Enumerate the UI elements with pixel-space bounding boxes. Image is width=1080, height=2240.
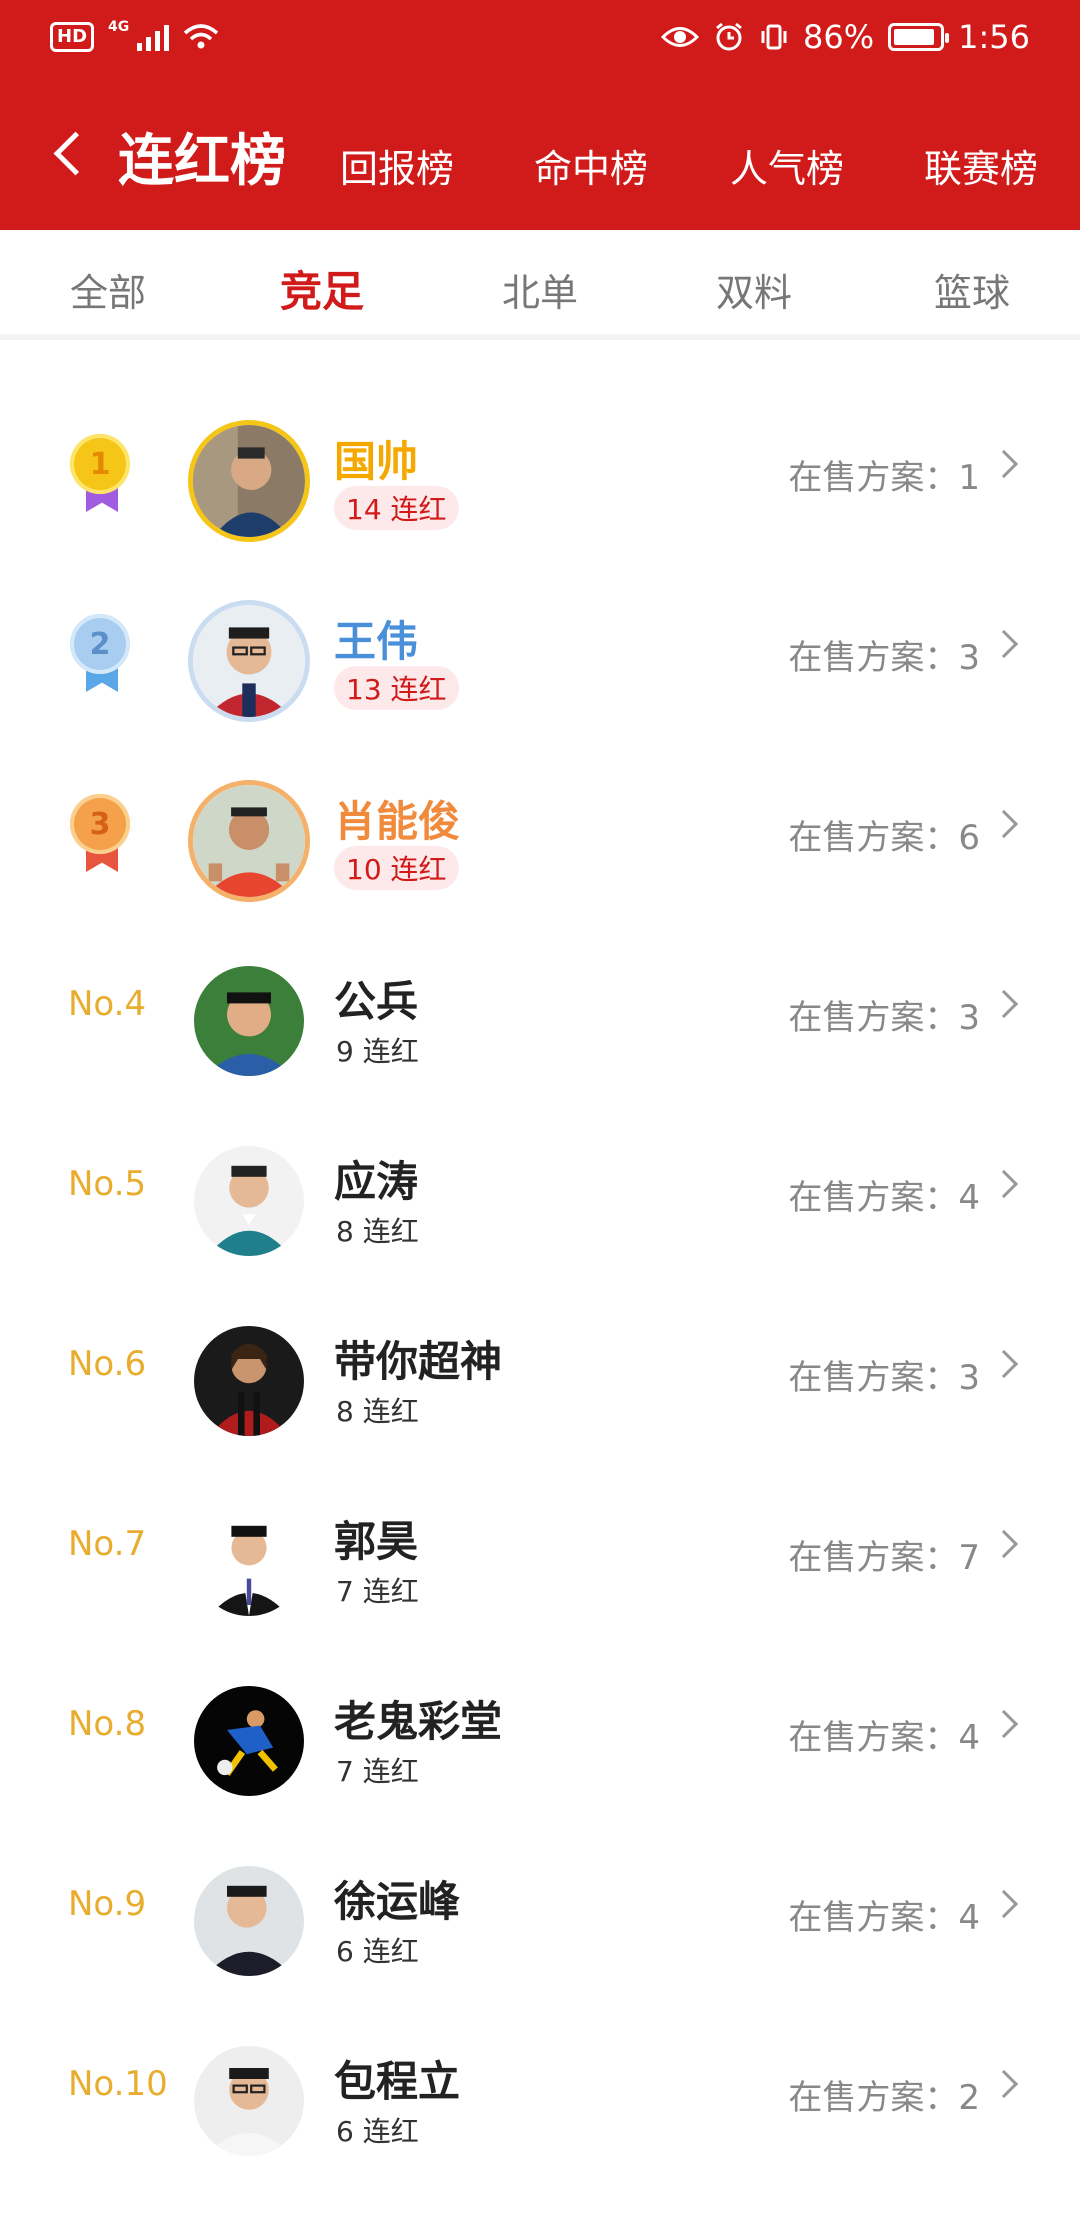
- expert-name: 王伟: [334, 617, 419, 666]
- silver-medal-icon: 2: [68, 614, 134, 698]
- chevron-right-icon: [989, 1529, 1019, 1559]
- expert-name: 包程立: [334, 2057, 461, 2106]
- expert-name: 应涛: [334, 1157, 419, 1206]
- signal-icon: [137, 23, 170, 51]
- avatar[interactable]: [188, 600, 310, 722]
- eye-icon: [661, 27, 700, 47]
- subtab-all[interactable]: 全部: [70, 262, 146, 317]
- list-item[interactable]: No.10 包程立 6 连红 在售方案：2: [0, 2002, 1080, 2182]
- onsale-count[interactable]: 在售方案：3: [788, 990, 980, 1039]
- network-type: 4G: [108, 19, 130, 35]
- status-left: HD 4G: [50, 19, 219, 52]
- onsale-count[interactable]: 在售方案：4: [788, 1890, 980, 1939]
- avatar[interactable]: [194, 1506, 304, 1616]
- rank-number: No.10: [68, 2064, 168, 2104]
- chevron-right-icon: [989, 629, 1019, 659]
- subtab-beidan[interactable]: 北单: [502, 262, 578, 317]
- avatar[interactable]: [194, 966, 304, 1076]
- nav-bar: 连红榜 回报榜 命中榜 人气榜 联赛榜: [0, 110, 1080, 206]
- chevron-right-icon: [989, 809, 1019, 839]
- chevron-right-icon: [989, 1349, 1019, 1379]
- streak-badge: 14 连红: [334, 486, 459, 530]
- chevron-right-icon: [989, 989, 1019, 1019]
- hd-badge: HD: [50, 22, 95, 52]
- chevron-right-icon: [989, 449, 1019, 479]
- avatar[interactable]: [188, 780, 310, 902]
- list-item[interactable]: No.6 带你超神 8 连红 在售方案：3: [0, 1282, 1080, 1462]
- avatar[interactable]: [188, 420, 310, 542]
- onsale-count[interactable]: 在售方案：4: [788, 1710, 980, 1759]
- avatar[interactable]: [194, 1326, 304, 1436]
- page-title: 连红榜: [118, 129, 286, 194]
- expert-name: 老鬼彩堂: [334, 1697, 503, 1746]
- chevron-right-icon: [989, 2069, 1019, 2099]
- list-item[interactable]: No.9 徐运峰 6 连红 在售方案：4: [0, 1822, 1080, 2002]
- rank-number: No.9: [68, 1884, 147, 1924]
- onsale-count[interactable]: 在售方案：3: [788, 1350, 980, 1399]
- tab-league[interactable]: 联赛榜: [924, 138, 1038, 193]
- avatar[interactable]: [194, 2046, 304, 2156]
- alarm-icon: [716, 22, 742, 51]
- rank-number: No.7: [68, 1524, 147, 1564]
- onsale-count[interactable]: 在售方案：2: [788, 2070, 980, 2119]
- vibrate-icon: [761, 24, 787, 50]
- chevron-right-icon: [989, 1709, 1019, 1739]
- list-item[interactable]: 2 王伟 13 连红 在售方案：3: [0, 562, 1080, 742]
- expert-name: 国帅: [334, 437, 419, 486]
- app-header: HD 4G 86% 1:56 连红榜 回报榜 命中榜 人气榜 联赛榜: [0, 0, 1080, 230]
- sub-tabs: 全部 竞足 北单 双料 篮球: [0, 230, 1080, 340]
- avatar[interactable]: [194, 1146, 304, 1256]
- list-item[interactable]: 3 肖能俊 10 连红 在售方案：6: [0, 742, 1080, 922]
- streak-text: 7 连红: [336, 1755, 419, 1788]
- battery-icon: [888, 23, 950, 51]
- streak-text: 6 连红: [336, 2115, 419, 2148]
- onsale-count[interactable]: 在售方案：7: [788, 1530, 980, 1579]
- subtab-jingzu[interactable]: 竞足: [280, 258, 364, 319]
- tab-return[interactable]: 回报榜: [340, 138, 454, 193]
- expert-name: 带你超神: [334, 1337, 503, 1386]
- expert-name: 肖能俊: [334, 797, 461, 846]
- rank-number: No.4: [68, 984, 147, 1024]
- list-item[interactable]: No.5 应涛 8 连红 在售方案：4: [0, 1102, 1080, 1282]
- chevron-right-icon: [989, 1169, 1019, 1199]
- wifi-icon: [184, 24, 219, 49]
- rank-number: No.8: [68, 1704, 147, 1744]
- onsale-count[interactable]: 在售方案：3: [788, 630, 980, 679]
- status-bar: HD 4G 86% 1:56: [0, 0, 1080, 80]
- rank-number: No.5: [68, 1164, 147, 1204]
- list-item[interactable]: No.4 公兵 9 连红 在售方案：3: [0, 922, 1080, 1102]
- rank-number: No.6: [68, 1344, 147, 1384]
- expert-name: 郭昊: [334, 1517, 419, 1566]
- onsale-count[interactable]: 在售方案：4: [788, 1170, 980, 1219]
- streak-text: 8 连红: [336, 1215, 419, 1248]
- expert-name: 公兵: [334, 977, 419, 1026]
- streak-badge: 13 连红: [334, 666, 459, 710]
- battery-percent: 86%: [803, 18, 875, 56]
- back-icon[interactable]: [48, 128, 88, 184]
- clock: 1:56: [958, 18, 1030, 56]
- streak-text: 8 连红: [336, 1395, 419, 1428]
- streak-text: 9 连红: [336, 1035, 419, 1068]
- chevron-right-icon: [989, 1889, 1019, 1919]
- subtab-shuangliao[interactable]: 双料: [716, 262, 792, 317]
- streak-text: 6 连红: [336, 1935, 419, 1968]
- gold-medal-icon: 1: [68, 434, 134, 518]
- streak-badge: 10 连红: [334, 846, 459, 890]
- tab-popular[interactable]: 人气榜: [730, 138, 844, 193]
- expert-name: 徐运峰: [334, 1877, 461, 1926]
- list-item[interactable]: No.8 老鬼彩堂 7 连红 在售方案：4: [0, 1642, 1080, 1822]
- avatar[interactable]: [194, 1866, 304, 1976]
- list-item[interactable]: 1 国帅 14 连红 在售方案：1: [0, 382, 1080, 562]
- status-right: 86% 1:56: [661, 18, 1030, 56]
- list-item[interactable]: No.7 郭昊 7 连红 在售方案：7: [0, 1462, 1080, 1642]
- tab-hit[interactable]: 命中榜: [534, 138, 648, 193]
- avatar[interactable]: [194, 1686, 304, 1796]
- subtab-basketball[interactable]: 篮球: [934, 262, 1010, 317]
- onsale-count[interactable]: 在售方案：6: [788, 810, 980, 859]
- streak-text: 7 连红: [336, 1575, 419, 1608]
- onsale-count[interactable]: 在售方案：1: [788, 450, 980, 499]
- bronze-medal-icon: 3: [68, 794, 134, 878]
